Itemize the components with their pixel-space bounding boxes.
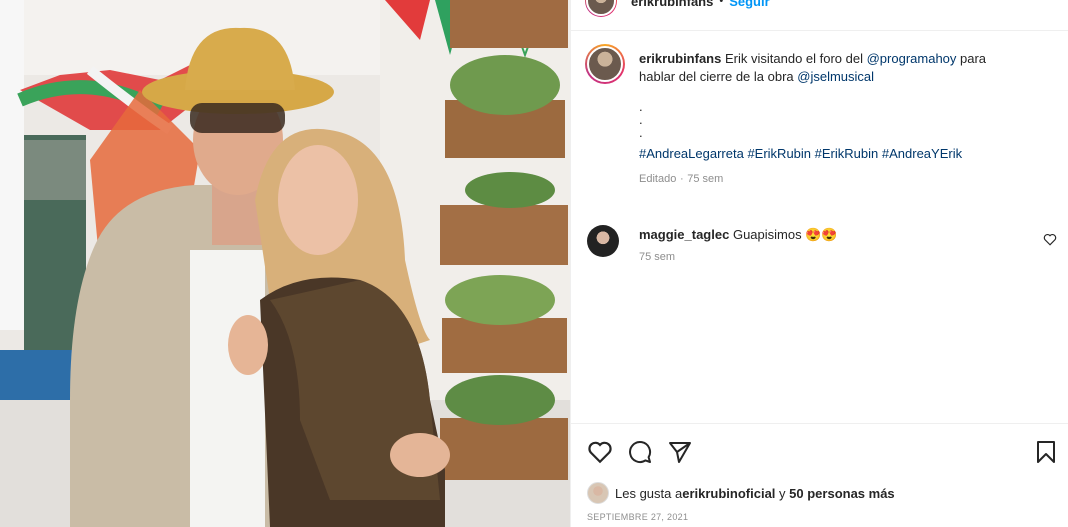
caption-dots: . . .: [639, 100, 1049, 139]
caption-text-1: Erik visitando el foro del: [724, 51, 867, 66]
header-username[interactable]: erikrubinfans: [631, 0, 713, 9]
edited-label: Editado: [639, 173, 677, 185]
actions-divider: [571, 423, 1068, 424]
edited-separator: ·: [679, 173, 684, 185]
share-icon[interactable]: [667, 440, 693, 464]
caption-line-1: erikrubinfans Erik visitando el foro del…: [639, 50, 1049, 68]
bookmark-icon[interactable]: [1035, 440, 1057, 464]
caption-dot: .: [639, 112, 643, 127]
caption-meta: Editado · 75 sem: [639, 169, 1049, 188]
mention-jselmusical[interactable]: @jselmusical: [797, 69, 874, 84]
comment-text: Guapisimos: [732, 227, 802, 242]
header-divider: [571, 30, 1068, 31]
post-photo[interactable]: [0, 0, 570, 527]
comment-avatar[interactable]: [587, 225, 619, 257]
caption-text-2: para: [956, 51, 987, 66]
caption-hashtags: #AndreaLegarreta #ErikRubin #ErikRubin #…: [639, 145, 1049, 163]
likes-count[interactable]: 50 personas más: [789, 486, 895, 501]
hashtag-link[interactable]: #AndreaLegarreta: [639, 146, 744, 161]
header-separator: •: [719, 0, 724, 7]
comment-icon[interactable]: [627, 440, 653, 464]
post-sidebar: erikrubinfans • Seguir ••• erikrubinfans…: [570, 0, 1068, 527]
caption-line-2: hablar del cierre de la obra @jselmusica…: [639, 68, 1049, 86]
more-options-icon[interactable]: •••: [1043, 0, 1057, 3]
hashtag-link[interactable]: #ErikRubin: [815, 146, 879, 161]
header-avatar-image: [586, 0, 616, 16]
caption-dot: .: [639, 99, 643, 114]
caption-username[interactable]: erikrubinfans: [639, 51, 721, 66]
comment-emoji: 😍😍: [805, 227, 838, 242]
likes-row: Les gusta a erikrubinoficial y 50 person…: [587, 482, 895, 504]
post-image: [0, 0, 570, 527]
likes-avatar[interactable]: [587, 482, 609, 504]
comment-like-heart-icon[interactable]: [1043, 233, 1057, 246]
likes-middle: y: [775, 485, 790, 501]
header-avatar[interactable]: [585, 0, 617, 17]
comment-line: maggie_taglec Guapisimos 😍😍: [639, 226, 838, 244]
caption-avatar-image: [587, 46, 623, 82]
caption-avatar-wrap: [585, 44, 625, 84]
hashtag-link[interactable]: #ErikRubin: [747, 146, 811, 161]
mention-programahoy[interactable]: @programahoy: [867, 51, 957, 66]
hashtag-link[interactable]: #AndreaYErik: [882, 146, 962, 161]
follow-button[interactable]: Seguir: [729, 0, 769, 9]
post-header: erikrubinfans • Seguir: [585, 0, 770, 17]
caption-dot: .: [639, 125, 643, 140]
comment-item: maggie_taglec Guapisimos 😍😍 75 sem: [639, 226, 838, 266]
heart-icon[interactable]: [587, 440, 613, 464]
caption-text-3: hablar del cierre de la obra: [639, 69, 798, 84]
comment-avatar-image: [587, 225, 619, 257]
post-date[interactable]: SEPTIEMBRE 27, 2021: [587, 512, 688, 522]
comment-time[interactable]: 75 sem: [639, 248, 838, 266]
caption-avatar[interactable]: [585, 44, 625, 84]
caption-time[interactable]: 75 sem: [687, 173, 723, 185]
likes-prefix: Les gusta a: [615, 485, 683, 501]
comment-username[interactable]: maggie_taglec: [639, 227, 729, 242]
likes-user[interactable]: erikrubinoficial: [682, 486, 775, 501]
caption: erikrubinfans Erik visitando el foro del…: [639, 50, 1049, 188]
